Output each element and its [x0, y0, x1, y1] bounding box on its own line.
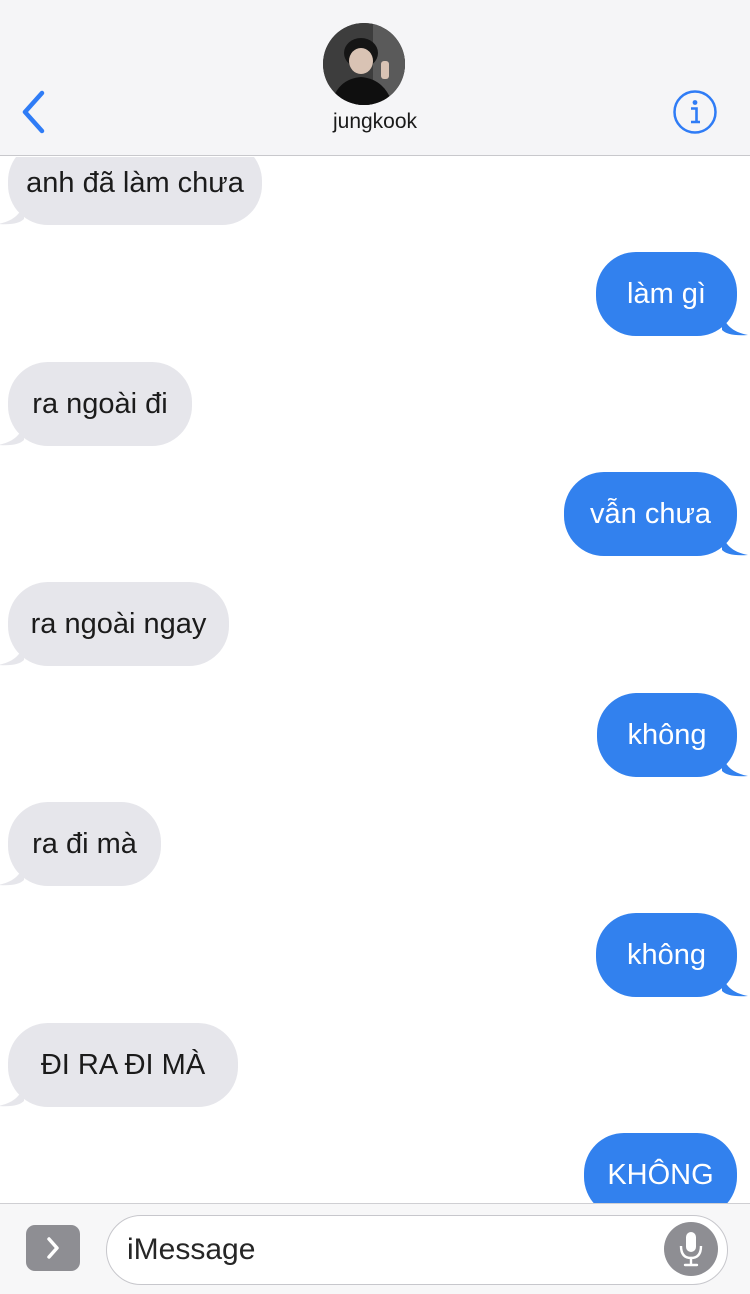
- message-text: làm gì: [627, 277, 706, 310]
- message-text: không: [627, 718, 707, 751]
- message-text: không: [626, 938, 706, 971]
- message-text: KHÔNG: [607, 1158, 714, 1191]
- message-text: vẫn chưa: [590, 497, 711, 530]
- message-list[interactable]: anh đã làm chưa làm gì ra ngoài đi vẫn c…: [0, 157, 750, 1203]
- received-message[interactable]: ĐI RA ĐI MÀ: [0, 1023, 238, 1107]
- message-text: ĐI RA ĐI MÀ: [40, 1048, 206, 1081]
- received-message[interactable]: ra ngoài đi: [0, 362, 192, 446]
- message-text: ra đi mà: [32, 827, 137, 860]
- sent-message[interactable]: không: [597, 693, 748, 777]
- message-input[interactable]: iMessage: [106, 1215, 728, 1285]
- avatar-photo: [323, 23, 405, 105]
- received-message[interactable]: anh đã làm chưa: [0, 157, 262, 225]
- bubble-tail: [722, 532, 748, 556]
- bubble-tail: [0, 862, 24, 886]
- conversation-header: jungkook: [0, 0, 750, 156]
- contact-avatar[interactable]: [323, 23, 405, 105]
- sent-message[interactable]: vẫn chưa: [564, 472, 748, 556]
- contact-name[interactable]: jungkook: [0, 110, 750, 134]
- message-text: ra ngoài đi: [32, 387, 168, 420]
- compose-bar: iMessage: [0, 1203, 750, 1294]
- microphone-icon: [679, 1232, 703, 1267]
- sent-message[interactable]: làm gì: [596, 252, 748, 336]
- sent-message[interactable]: không: [596, 913, 748, 997]
- bubble-tail: [0, 1083, 24, 1107]
- bubble-tail: [722, 1193, 726, 1203]
- bubble-tail: [0, 201, 24, 225]
- bubble-tail: [0, 422, 24, 446]
- bubble-tail: [722, 973, 748, 997]
- info-circle-icon: [673, 90, 717, 134]
- message-input-placeholder: iMessage: [127, 1233, 256, 1266]
- received-message[interactable]: ra ngoài ngay: [0, 582, 229, 666]
- sent-message[interactable]: KHÔNG: [584, 1133, 737, 1203]
- bubble-tail: [0, 642, 24, 666]
- received-message[interactable]: ra đi mà: [0, 802, 161, 886]
- apps-button[interactable]: [26, 1225, 80, 1271]
- info-button[interactable]: [672, 89, 718, 135]
- bubble-tail: [722, 312, 748, 336]
- chevron-right-icon: [47, 1237, 59, 1259]
- message-text: anh đã làm chưa: [26, 166, 244, 199]
- microphone-button[interactable]: [664, 1222, 718, 1276]
- message-text: ra ngoài ngay: [30, 607, 207, 640]
- bubble-tail: [722, 753, 748, 777]
